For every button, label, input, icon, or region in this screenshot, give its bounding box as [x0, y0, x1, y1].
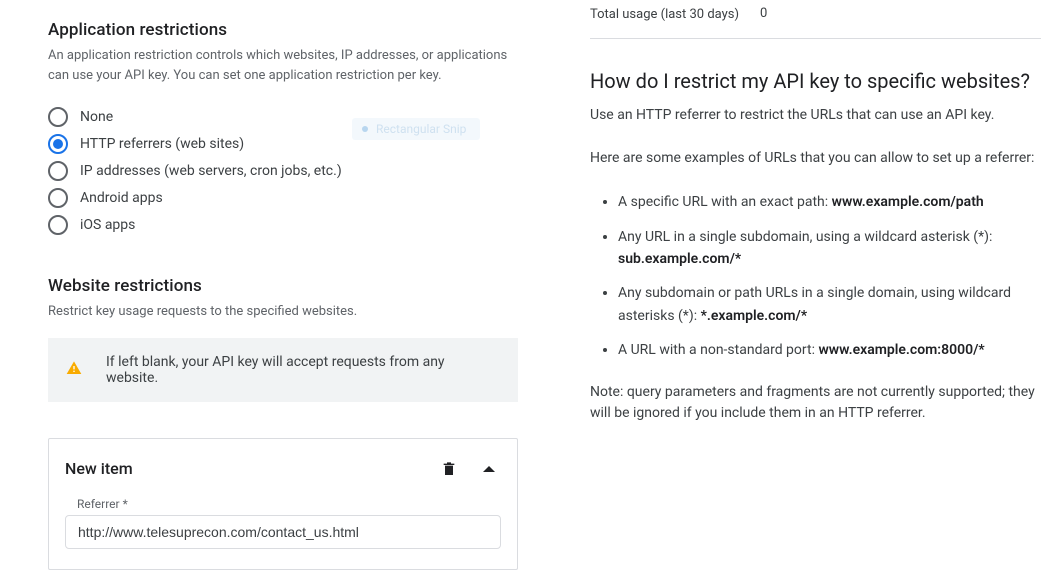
- banner-text: If left blank, your API key will accept …: [106, 354, 500, 386]
- referrer-label: Referrer *: [65, 497, 501, 511]
- restriction-radio-1[interactable]: HTTP referrers (web sites): [48, 130, 518, 157]
- restriction-radio-0[interactable]: None: [48, 103, 518, 130]
- delete-button[interactable]: [437, 457, 461, 481]
- restriction-radio-3[interactable]: Android apps: [48, 184, 518, 211]
- collapse-button[interactable]: [477, 457, 501, 481]
- warning-icon: [66, 360, 82, 380]
- blank-warning-banner: If left blank, your API key will accept …: [48, 338, 518, 402]
- restriction-radio-2[interactable]: IP addresses (web servers, cron jobs, et…: [48, 157, 518, 184]
- usage-value: 0: [760, 6, 767, 24]
- radio-label: HTTP referrers (web sites): [80, 136, 244, 152]
- website-restrictions-subtitle: Restrict key usage requests to the speci…: [48, 302, 518, 322]
- new-item-title: New item: [65, 459, 421, 478]
- restriction-radio-group: None HTTP referrers (web sites) IP address…: [48, 103, 518, 238]
- trash-icon: [441, 460, 457, 478]
- usage-row: Total usage (last 30 days) 0: [590, 6, 1041, 39]
- help-example-item: A URL with a non-standard port: www.exam…: [618, 339, 1041, 361]
- chevron-up-icon: [480, 460, 498, 478]
- radio-label: Android apps: [80, 190, 163, 206]
- app-restrictions-desc: An application restriction controls whic…: [48, 46, 518, 85]
- app-restrictions-title: Application restrictions: [48, 20, 518, 40]
- radio-icon: [48, 107, 68, 127]
- help-example-item: Any URL in a single subdomain, using a w…: [618, 226, 1041, 271]
- radio-label: None: [80, 109, 113, 125]
- help-example-item: Any subdomain or path URLs in a single d…: [618, 282, 1041, 327]
- new-item-card: New item Referrer *: [48, 438, 518, 570]
- help-examples-list: A specific URL with an exact path: www.e…: [590, 191, 1041, 361]
- help-title: How do I restrict my API key to specific…: [590, 69, 1041, 93]
- help-p2: Here are some examples of URLs that you …: [590, 148, 1041, 169]
- referrer-input[interactable]: [65, 515, 501, 549]
- help-p1: Use an HTTP referrer to restrict the URL…: [590, 105, 1041, 126]
- website-restrictions-title: Website restrictions: [48, 276, 518, 296]
- radio-label: IP addresses (web servers, cron jobs, et…: [80, 163, 342, 179]
- radio-label: iOS apps: [80, 217, 135, 233]
- help-note: Note: query parameters and fragments are…: [590, 382, 1041, 424]
- usage-label: Total usage (last 30 days): [590, 6, 760, 24]
- radio-icon: [48, 188, 68, 208]
- radio-icon: [48, 134, 68, 154]
- radio-icon: [48, 161, 68, 181]
- help-example-item: A specific URL with an exact path: www.e…: [618, 191, 1041, 213]
- restriction-radio-4[interactable]: iOS apps: [48, 211, 518, 238]
- radio-icon: [48, 215, 68, 235]
